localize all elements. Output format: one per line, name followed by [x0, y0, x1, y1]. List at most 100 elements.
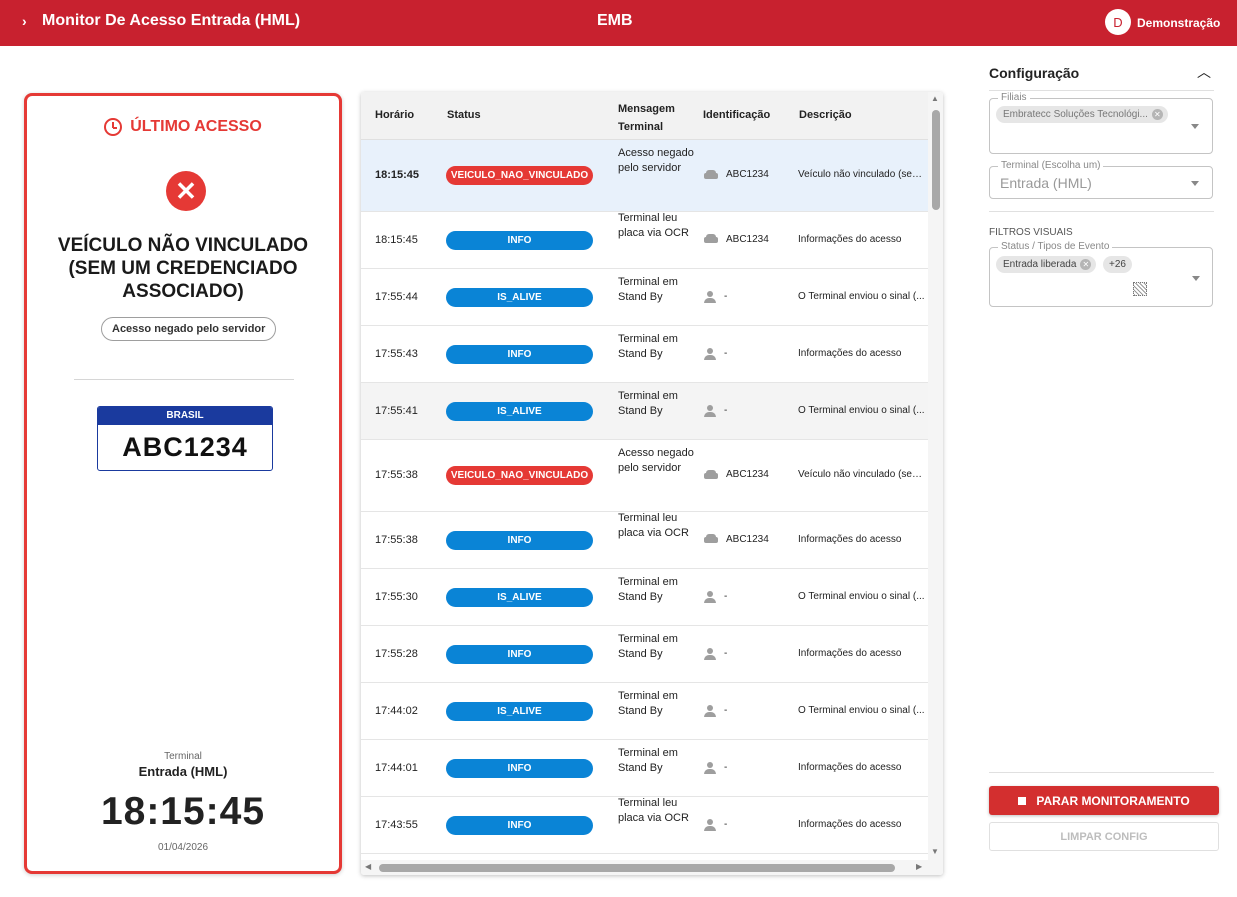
row-time: 17:43:55 [375, 818, 418, 831]
row-message: Terminal leu placa via OCR [618, 211, 689, 239]
row-description: Veículo não vinculado (sem um credenciad… [798, 469, 928, 480]
table-row[interactable]: 17:55:43 INFO Terminal em Stand By - Informa… [361, 326, 928, 383]
row-description: Veículo não vinculado (sem um credenciad… [798, 169, 928, 180]
more-chip[interactable]: +26 [1103, 256, 1132, 273]
row-identification-value: - [724, 348, 728, 359]
stop-icon [1018, 796, 1027, 805]
stop-monitoring-label: PARAR MONITORAMENTO [1036, 793, 1190, 808]
status-badge: IS_ALIVE [446, 287, 593, 307]
row-time: 18:15:45 [375, 233, 418, 246]
row-description: O Terminal enviou o sinal (... [798, 590, 925, 602]
dropdown-arrow-icon[interactable] [1191, 181, 1199, 186]
row-identification: ABC1234 [704, 469, 769, 480]
row-identification-value: ABC1234 [726, 169, 769, 180]
row-message: Terminal em Stand By [618, 689, 678, 717]
row-message: Terminal em Stand By [618, 275, 678, 303]
row-description: O Terminal enviou o sinal (... [798, 404, 925, 416]
row-time: 17:55:30 [375, 590, 418, 603]
person-icon [704, 704, 716, 717]
table-row[interactable]: 17:44:02 IS_ALIVE Terminal em Stand By - O T… [361, 683, 928, 740]
horizontal-scrollbar[interactable]: ◀ ▶ [361, 860, 943, 875]
row-description: Informações do acesso [798, 233, 902, 245]
table-row[interactable]: 17:55:28 INFO Terminal em Stand By - Informa… [361, 626, 928, 683]
table-row[interactable]: 17:43:55 INFO Terminal leu placa via OCR - I… [361, 797, 928, 854]
person-icon [704, 761, 716, 774]
row-description: Informações do acesso [798, 761, 902, 773]
row-identification: - [704, 761, 728, 774]
row-time: 17:55:44 [375, 290, 418, 303]
chevron-right-icon[interactable]: › [22, 13, 27, 29]
scroll-left-icon[interactable]: ◀ [365, 862, 371, 871]
vertical-scroll-thumb[interactable] [932, 110, 940, 210]
scroll-right-icon[interactable]: ▶ [916, 862, 922, 871]
user-name[interactable]: Demonstração [1137, 16, 1220, 30]
car-icon [704, 169, 718, 180]
table-row[interactable]: 17:55:38 INFO Terminal leu placa via OCR AB… [361, 512, 928, 569]
clear-config-button[interactable]: LIMPAR CONFIG [989, 822, 1219, 851]
row-identification-value: - [724, 762, 728, 773]
status-badge: INFO [446, 758, 593, 778]
stop-monitoring-button[interactable]: PARAR MONITORAMENTO [989, 786, 1219, 815]
terminal-value: Entrada (HML) [138, 764, 228, 779]
status-badge: IS_ALIVE [446, 401, 593, 421]
column-header-status[interactable]: Status [447, 109, 481, 121]
status-badge: INFO [446, 644, 593, 664]
row-description: O Terminal enviou o sinal (... [798, 704, 925, 716]
status-badge: INFO [446, 815, 593, 835]
divider [989, 772, 1214, 773]
config-title[interactable]: Configuração [989, 65, 1079, 81]
row-time: 17:44:02 [375, 704, 418, 717]
company-code: EMB [597, 12, 633, 29]
row-identification: - [704, 818, 727, 831]
row-time: 17:55:38 [375, 533, 418, 546]
filiais-select[interactable]: Filiais Embratecc Soluções Tecnológi... … [989, 92, 1213, 154]
column-header-time[interactable]: Horário [375, 109, 414, 121]
car-icon [704, 534, 718, 544]
scroll-up-icon[interactable]: ▲ [931, 94, 939, 103]
table-header: Horário Status Mensagem Terminal Identif… [361, 92, 928, 140]
person-icon [704, 647, 716, 660]
table-row[interactable]: 17:55:38 VEICULO_NAO_VINCULADO Acesso nega… [361, 440, 928, 512]
row-message: Terminal em Stand By [618, 575, 678, 603]
table-row[interactable]: 18:15:45 INFO Terminal leu placa via OCR AB… [361, 212, 928, 269]
table-row[interactable]: 18:15:45 VEICULO_NAO_VINCULADO Acesso nega… [361, 140, 928, 212]
column-header-description[interactable]: Descrição [799, 109, 852, 121]
chevron-up-icon[interactable]: ︿ [1197, 62, 1211, 82]
terminal-select-value: Entrada (HML) [1000, 175, 1092, 191]
chip-remove-icon[interactable]: ✕ [1080, 259, 1092, 270]
table-row[interactable]: 17:55:41 IS_ALIVE Terminal em Stand By - O T… [361, 383, 928, 440]
table-row[interactable]: 17:55:30 IS_ALIVE Terminal em Stand By - O T… [361, 569, 928, 626]
horizontal-scroll-thumb[interactable] [379, 864, 895, 872]
table-row[interactable]: 17:44:01 INFO Terminal em Stand By - Informa… [361, 740, 928, 797]
visual-filters-title: FILTROS VISUAIS [989, 227, 1073, 238]
row-description: O Terminal enviou o sinal (... [798, 290, 925, 302]
page-title: Monitor De Acesso Entrada (HML) [42, 12, 301, 29]
row-identification-value: - [724, 591, 728, 602]
row-identification: ABC1234 [704, 534, 769, 545]
dropdown-arrow-icon[interactable] [1191, 124, 1199, 129]
row-identification: ABC1234 [704, 234, 769, 245]
dropdown-arrow-icon[interactable] [1192, 276, 1200, 281]
row-time: 17:44:01 [375, 761, 418, 774]
column-header-message[interactable]: Mensagem Terminal [618, 100, 688, 136]
terminal-select[interactable]: Terminal (Escolha um) Entrada (HML) [989, 160, 1213, 199]
access-result-message: VEÍCULO NÃO VINCULADO (SEM UM CREDENCIAD… [57, 235, 309, 302]
row-message: Terminal leu placa via OCR [618, 511, 689, 539]
divider [74, 379, 294, 380]
event-type-filter-select[interactable]: Status / Tipos de Evento Entrada liberad… [989, 241, 1213, 307]
row-message: Terminal em Stand By [618, 332, 678, 360]
select-all-icon[interactable] [1133, 282, 1147, 296]
terminal-label: Terminal [164, 751, 202, 762]
filiais-chip: Embratecc Soluções Tecnológi... ✕ [996, 106, 1168, 123]
user-avatar[interactable]: D [1105, 9, 1131, 35]
vertical-scrollbar[interactable]: ▲ ▼ [928, 92, 943, 860]
car-icon [704, 469, 718, 480]
row-identification-value: ABC1234 [726, 533, 769, 545]
row-description: Informações do acesso [798, 647, 902, 659]
table-row[interactable]: 17:55:44 IS_ALIVE Terminal em Stand By - O T… [361, 269, 928, 326]
row-identification-value: - [724, 648, 728, 659]
column-header-identification[interactable]: Identificação [703, 109, 770, 121]
chip-remove-icon[interactable]: ✕ [1151, 109, 1163, 120]
clock-icon [104, 118, 123, 136]
scroll-down-icon[interactable]: ▼ [931, 847, 939, 856]
